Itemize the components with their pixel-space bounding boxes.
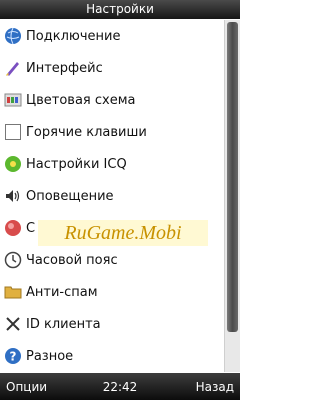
menu-item-label: Настройки ICQ: [26, 156, 127, 172]
menu-item-timezone[interactable]: Часовой пояс: [0, 244, 240, 276]
svg-text:?: ?: [10, 350, 17, 364]
menu-item-label: Подключение: [26, 28, 121, 44]
scrollbar[interactable]: [224, 20, 240, 372]
key-icon: [3, 122, 23, 142]
icq-flower-icon: [3, 154, 23, 174]
folder-icon: [3, 282, 23, 302]
scrollbar-thumb[interactable]: [227, 22, 238, 332]
menu-item-interface[interactable]: Интерфейс: [0, 52, 240, 84]
brush-icon: [3, 58, 23, 78]
menu-item-label: Цветовая схема: [26, 92, 136, 108]
speaker-icon: [3, 186, 23, 206]
menu-item-label: Интерфейс: [26, 60, 103, 76]
back-softkey[interactable]: Назад: [196, 380, 234, 394]
id-icon: [3, 314, 23, 334]
menu-item-label: Оповещение: [26, 188, 114, 204]
menu-item-label: С: [26, 220, 36, 236]
menu-item-label: Горячие клавиши: [26, 124, 147, 140]
menu-item-misc[interactable]: ? Разное: [0, 340, 240, 372]
menu-item-hotkeys[interactable]: Горячие клавиши: [0, 116, 240, 148]
question-icon: ?: [3, 346, 23, 366]
status-icon: [3, 218, 23, 238]
menu-item-client-id[interactable]: ID клиента: [0, 308, 240, 340]
window-title: Настройки: [0, 0, 240, 19]
palette-icon: [3, 90, 23, 110]
menu-item-label: Анти-спам: [26, 284, 98, 300]
menu-item-label: Часовой пояс: [26, 252, 118, 268]
clock-icon: [3, 250, 23, 270]
menu-item-color-scheme[interactable]: Цветовая схема: [0, 84, 240, 116]
watermark: RuGame.Mobi: [38, 220, 208, 246]
menu-item-notifications[interactable]: Оповещение: [0, 180, 240, 212]
menu-item-icq-settings[interactable]: Настройки ICQ: [0, 148, 240, 180]
menu-item-label: Разное: [26, 348, 74, 364]
menu-item-connection[interactable]: Подключение: [0, 20, 240, 52]
softkey-bar: Опции 22:42 Назад: [0, 373, 240, 400]
menu-item-antispam[interactable]: Анти-спам: [0, 276, 240, 308]
menu-item-label: ID клиента: [26, 316, 101, 332]
settings-menu: Подключение Интерфейс Цветовая схема Гор…: [0, 20, 240, 372]
globe-icon: [3, 26, 23, 46]
